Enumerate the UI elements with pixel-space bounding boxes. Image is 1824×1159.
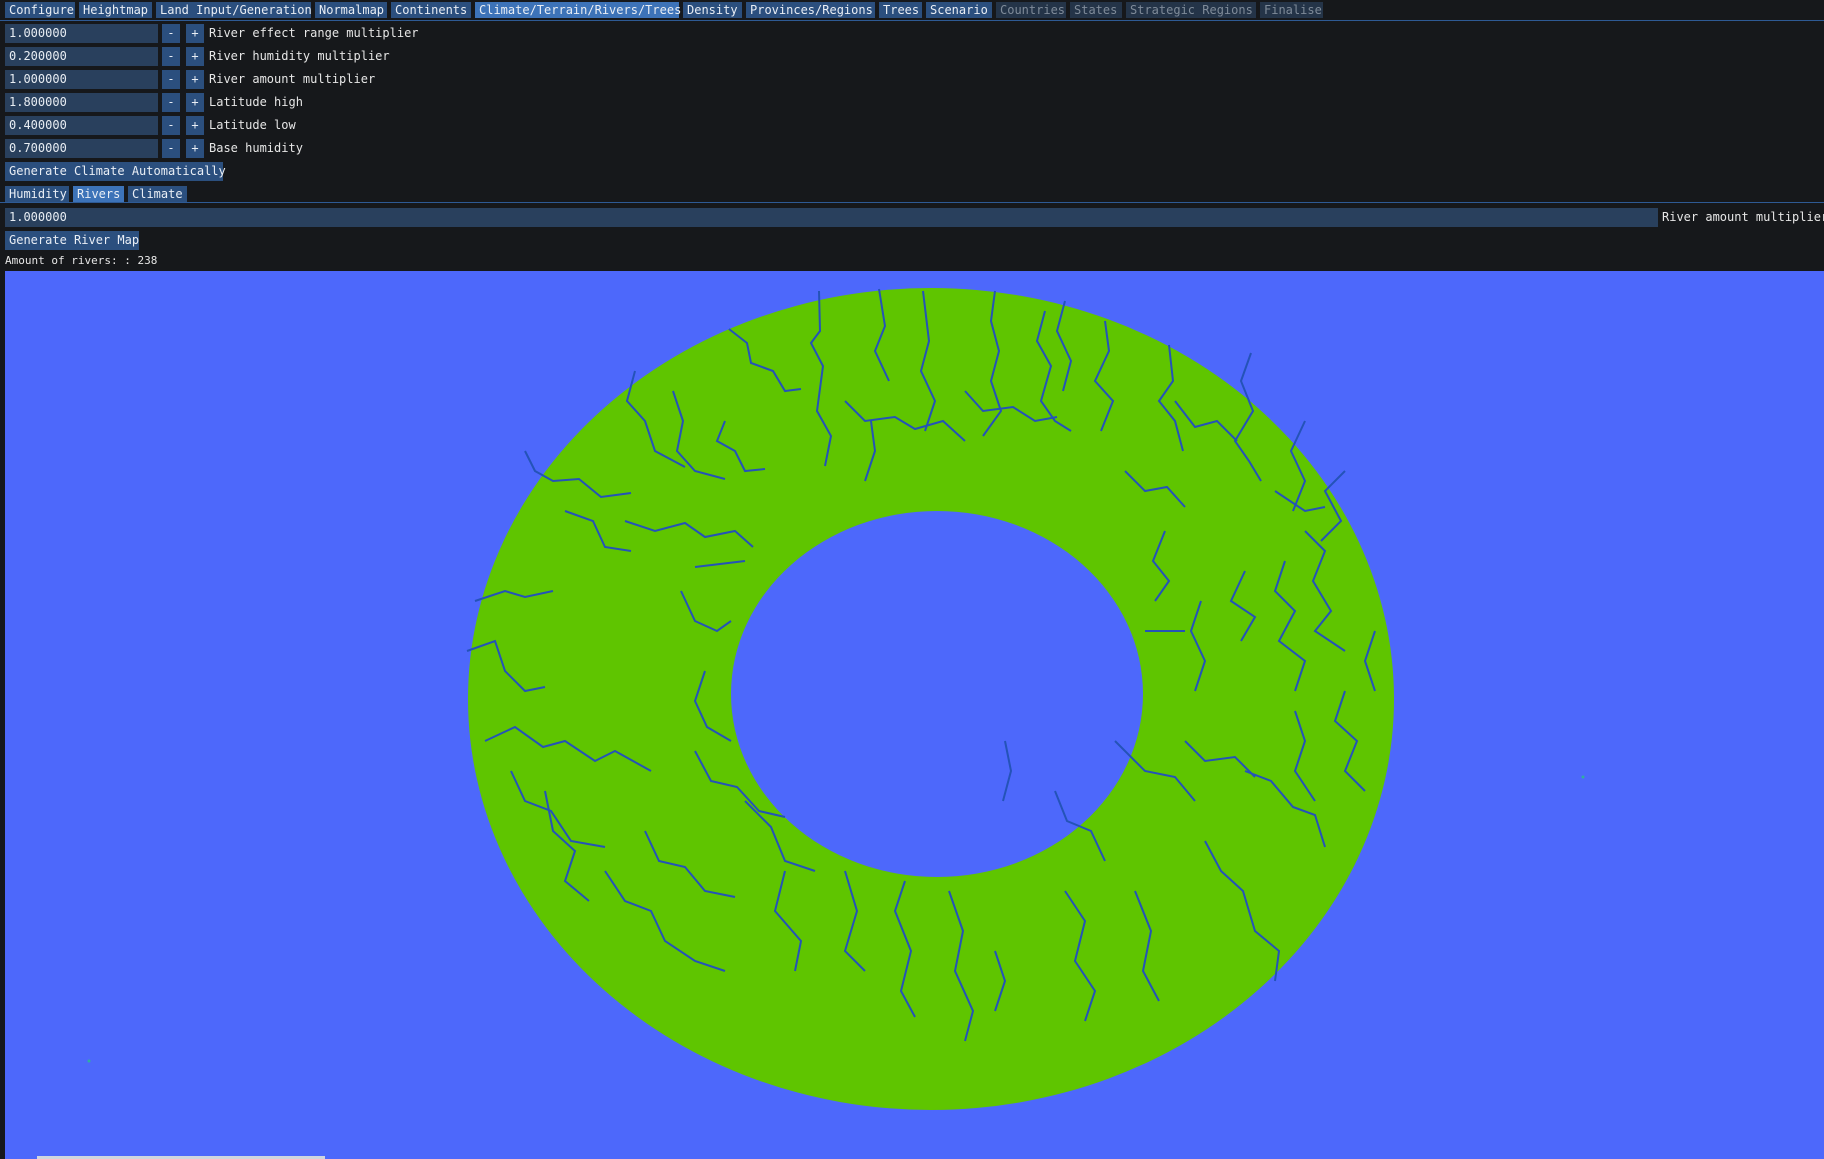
tab-states[interactable]: States	[1070, 2, 1122, 18]
subtab-divider	[0, 202, 1824, 203]
subtab-climate[interactable]: Climate	[128, 186, 187, 203]
river-amount-slider[interactable]: 1.000000	[5, 208, 1658, 227]
river-amount-slider-label: River amount multiplier	[1662, 210, 1824, 224]
map-dot	[87, 1059, 91, 1063]
latitude-low-input[interactable]: 0.400000	[5, 116, 158, 135]
river-map-image	[87, 288, 1585, 1110]
increment-button[interactable]: +	[186, 24, 204, 43]
param-label: Base humidity	[209, 141, 303, 155]
subtab-humidity[interactable]: Humidity	[5, 186, 69, 203]
river-humidity-input[interactable]: 0.200000	[5, 47, 158, 66]
decrement-button[interactable]: -	[162, 93, 180, 112]
base-humidity-input[interactable]: 0.700000	[5, 139, 158, 158]
param-label: Latitude high	[209, 95, 303, 109]
river-amount-input[interactable]: 1.000000	[5, 70, 158, 89]
tab-climate-terrain-rivers-trees[interactable]: Climate/Terrain/Rivers/Trees	[475, 2, 681, 18]
tab-scenario[interactable]: Scenario	[926, 2, 992, 18]
map-dot	[1581, 775, 1585, 779]
generate-river-map-button[interactable]: Generate River Map	[5, 231, 139, 250]
increment-button[interactable]: +	[186, 116, 204, 135]
tab-normalmap[interactable]: Normalmap	[315, 2, 387, 18]
tab-countries[interactable]: Countries	[996, 2, 1066, 18]
param-label: River effect range multiplier	[209, 26, 419, 40]
decrement-button[interactable]: -	[162, 47, 180, 66]
increment-button[interactable]: +	[186, 70, 204, 89]
generate-climate-button[interactable]: Generate Climate Automatically	[5, 162, 226, 181]
decrement-button[interactable]: -	[162, 70, 180, 89]
tab-finalise[interactable]: Finalise	[1260, 2, 1323, 18]
param-label: River amount multiplier	[209, 72, 376, 86]
rivers-count-text: Amount of rivers: : 238	[5, 254, 158, 267]
tab-density[interactable]: Density	[683, 2, 742, 18]
decrement-button[interactable]: -	[162, 116, 180, 135]
param-label: Latitude low	[209, 118, 296, 132]
tab-strategic-regions[interactable]: Strategic Regions	[1126, 2, 1256, 18]
tab-heightmap[interactable]: Heightmap	[79, 2, 152, 18]
tab-provinces-regions[interactable]: Provinces/Regions	[746, 2, 875, 18]
tab-trees[interactable]: Trees	[879, 2, 922, 18]
tab-configure[interactable]: Configure	[5, 2, 75, 18]
param-label: River humidity multiplier	[209, 49, 390, 63]
subtab-rivers[interactable]: Rivers	[73, 186, 124, 203]
river-map-canvas[interactable]	[5, 271, 1824, 1159]
increment-button[interactable]: +	[186, 47, 204, 66]
decrement-button[interactable]: -	[162, 139, 180, 158]
tab-continents[interactable]: Continents	[391, 2, 471, 18]
decrement-button[interactable]: -	[162, 24, 180, 43]
tab-land-input-generation[interactable]: Land Input/Generation	[156, 2, 312, 18]
increment-button[interactable]: +	[186, 139, 204, 158]
river-effect-range-input[interactable]: 1.000000	[5, 24, 158, 43]
main-tab-bar: Configure Heightmap Land Input/Generatio…	[0, 0, 1824, 21]
increment-button[interactable]: +	[186, 93, 204, 112]
latitude-high-input[interactable]: 1.800000	[5, 93, 158, 112]
